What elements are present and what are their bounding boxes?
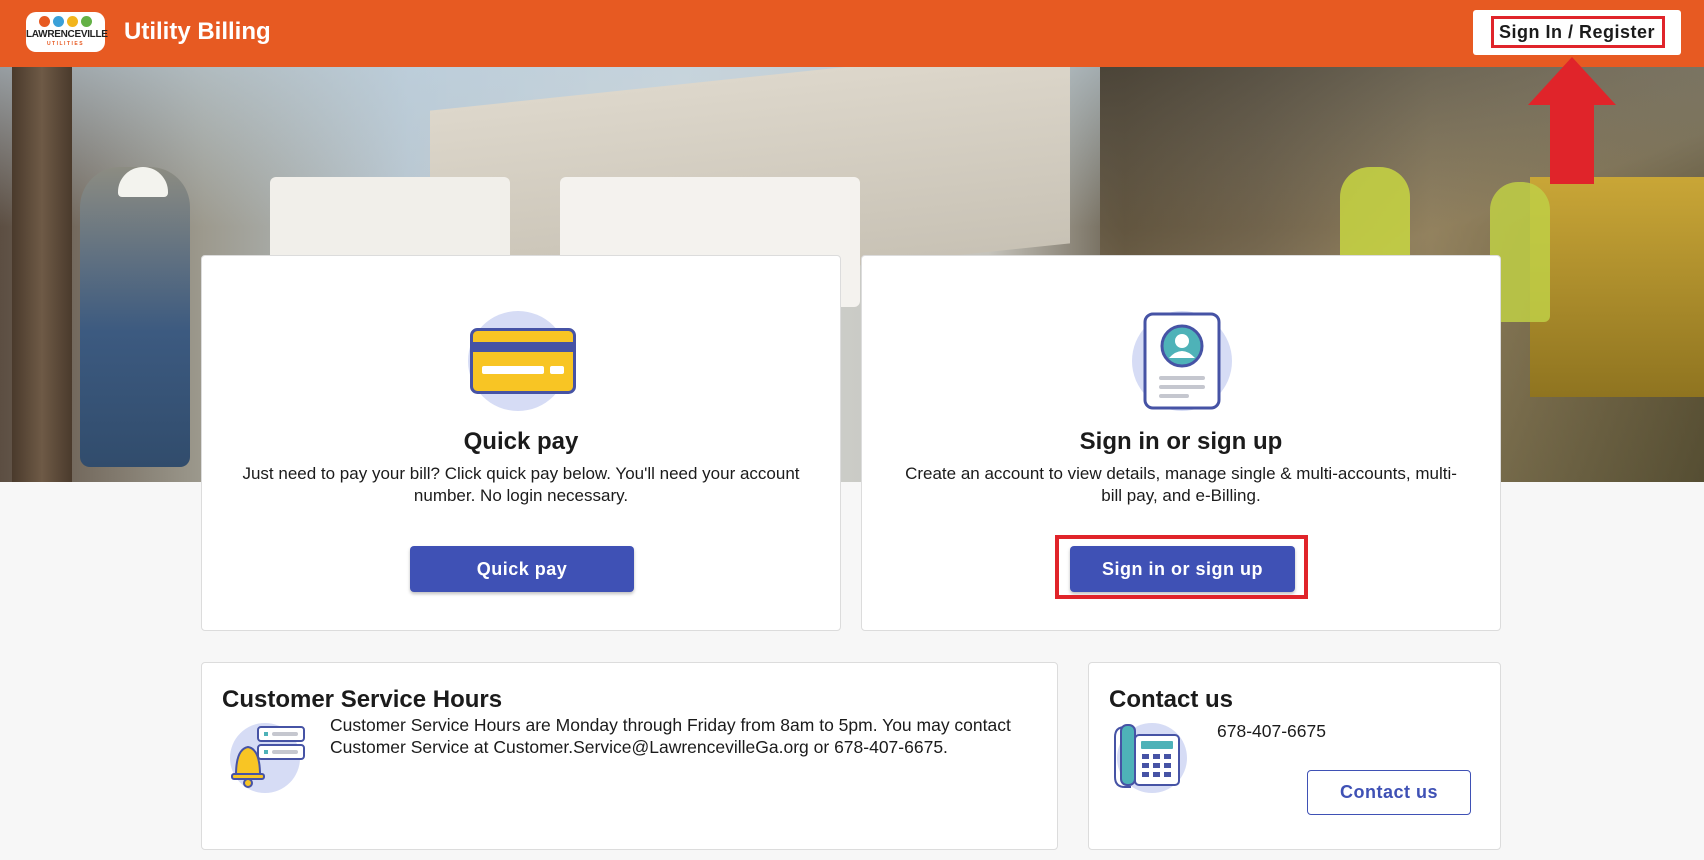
quick-pay-title: Quick pay <box>463 428 579 455</box>
contact-us-card: Contact us 678-407-6675 Contact us <box>1088 662 1501 850</box>
logo-dots <box>26 16 105 27</box>
hero-lineman <box>80 167 190 467</box>
logo-subtitle: UTILITIES <box>46 41 85 47</box>
contact-phone-number[interactable]: 678-407-6675 <box>1217 721 1326 742</box>
contact-us-title: Contact us <box>1109 686 1234 713</box>
top-header: LAWRENCEVILLE UTILITIES Utility Billing … <box>0 0 1704 67</box>
logo-name: LAWRENCEVILLE <box>26 29 108 40</box>
logo-dot-yellow <box>67 16 78 27</box>
app-title: Utility Billing <box>124 18 271 45</box>
sign-in-register-label: Sign In / Register <box>1498 22 1656 42</box>
sign-in-register-button[interactable]: Sign In / Register <box>1473 10 1681 55</box>
sign-in-description: Create an account to view details, manag… <box>905 464 1457 505</box>
user-profile-document-icon <box>1143 312 1221 410</box>
logo-dot-orange <box>39 16 50 27</box>
bell-notification-icon <box>231 726 305 788</box>
logo-dot-blue <box>53 16 64 27</box>
sign-in-title: Sign in or sign up <box>1079 428 1283 455</box>
hero-excavator <box>1530 177 1704 397</box>
logo-dot-green <box>81 16 92 27</box>
quick-pay-card: Quick pay Just need to pay your bill? Cl… <box>201 255 841 631</box>
customer-service-hours-text: Customer Service Hours are Monday throug… <box>330 715 1011 757</box>
sign-in-button-highlight <box>1055 535 1308 599</box>
quick-pay-description: Just need to pay your bill? Click quick … <box>242 464 800 505</box>
lawrenceville-logo[interactable]: LAWRENCEVILLE UTILITIES <box>26 12 108 52</box>
telephone-icon <box>1114 724 1180 788</box>
customer-service-hours-title: Customer Service Hours <box>222 686 503 713</box>
hero-utility-pole <box>12 67 72 482</box>
red-arrow-annotation <box>1528 57 1616 184</box>
contact-us-button[interactable]: Contact us <box>1307 770 1471 815</box>
customer-service-hours-card: Customer Service Hours Customer Service … <box>201 662 1058 850</box>
quick-pay-button[interactable]: Quick pay <box>410 546 634 592</box>
credit-card-icon <box>470 328 576 394</box>
